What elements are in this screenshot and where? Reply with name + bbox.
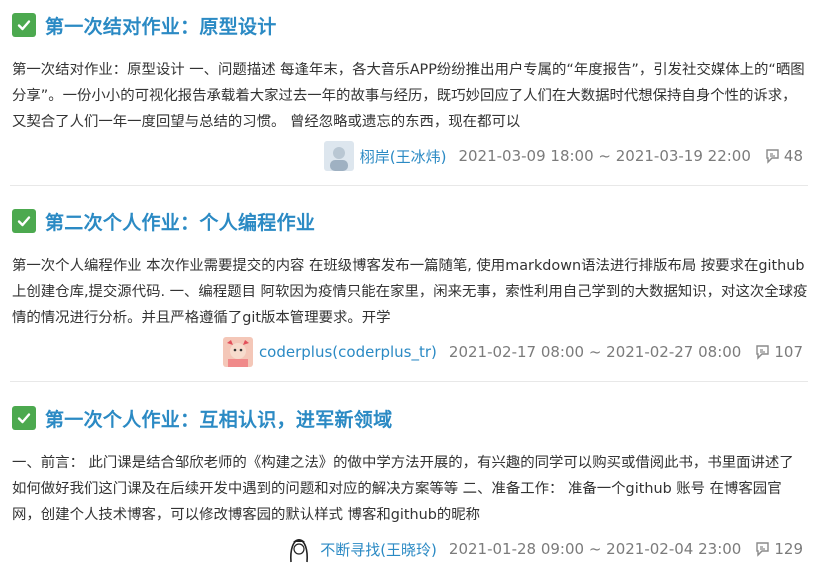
comment-count-value: 107	[774, 343, 803, 361]
item-title-link[interactable]: 第一次结对作业：原型设计	[45, 12, 277, 39]
avatar[interactable]	[284, 534, 315, 564]
date-range: 2021-02-17 08:00 ~ 2021-02-27 08:00	[448, 343, 742, 361]
divider	[10, 185, 808, 186]
check-icon	[12, 13, 36, 37]
comment-count: 48	[765, 147, 803, 165]
item-title-link[interactable]: 第二次个人作业：个人编程作业	[45, 208, 315, 235]
item-title-row: 第一次结对作业：原型设计	[12, 11, 277, 39]
item-meta: coderplus(coderplus_tr) 2021-02-17 08:00…	[222, 337, 803, 367]
avatar[interactable]	[323, 141, 354, 171]
avatar[interactable]	[222, 337, 253, 367]
divider	[10, 381, 808, 382]
check-icon	[12, 406, 36, 430]
author-link[interactable]: 栩岸(王冰炜)	[360, 146, 447, 167]
item-title-row: 第二次个人作业：个人编程作业	[12, 207, 315, 235]
comment-count-value: 48	[783, 147, 803, 165]
comment-icon	[756, 345, 770, 360]
item-meta: 栩岸(王冰炜) 2021-03-09 18:00 ~ 2021-03-19 22…	[323, 141, 803, 171]
comment-count: 107	[755, 343, 803, 361]
author-link[interactable]: 不断寻找(王晓玲)	[320, 539, 437, 560]
check-icon	[12, 209, 36, 233]
item-summary: 一、前言： 此门课是结合邹欣老师的《构建之法》的做中学方法开展的，有兴趣的同学可…	[12, 455, 794, 523]
comment-icon	[766, 149, 779, 164]
item-meta: 不断寻找(王晓玲) 2021-01-28 09:00 ~ 2021-02-04 …	[284, 534, 803, 564]
comment-icon	[756, 542, 770, 557]
comment-count: 129	[755, 540, 803, 558]
item-summary: 第一次结对作业：原型设计 一、问题描述 每逢年末，各大音乐APP纷纷推出用户专属…	[12, 62, 805, 130]
comment-count-value: 129	[774, 540, 803, 558]
author-link[interactable]: coderplus(coderplus_tr)	[259, 343, 437, 361]
item-title-row: 第一次个人作业：互相认识，进军新领域	[12, 404, 392, 432]
date-range: 2021-01-28 09:00 ~ 2021-02-04 23:00	[448, 540, 742, 558]
date-range: 2021-03-09 18:00 ~ 2021-03-19 22:00	[458, 147, 751, 165]
item-summary: 第一次个人编程作业 本次作业需要提交的内容 在班级博客发布一篇随笔, 使用mar…	[12, 258, 808, 326]
item-title-link[interactable]: 第一次个人作业：互相认识，进军新领域	[45, 405, 392, 432]
